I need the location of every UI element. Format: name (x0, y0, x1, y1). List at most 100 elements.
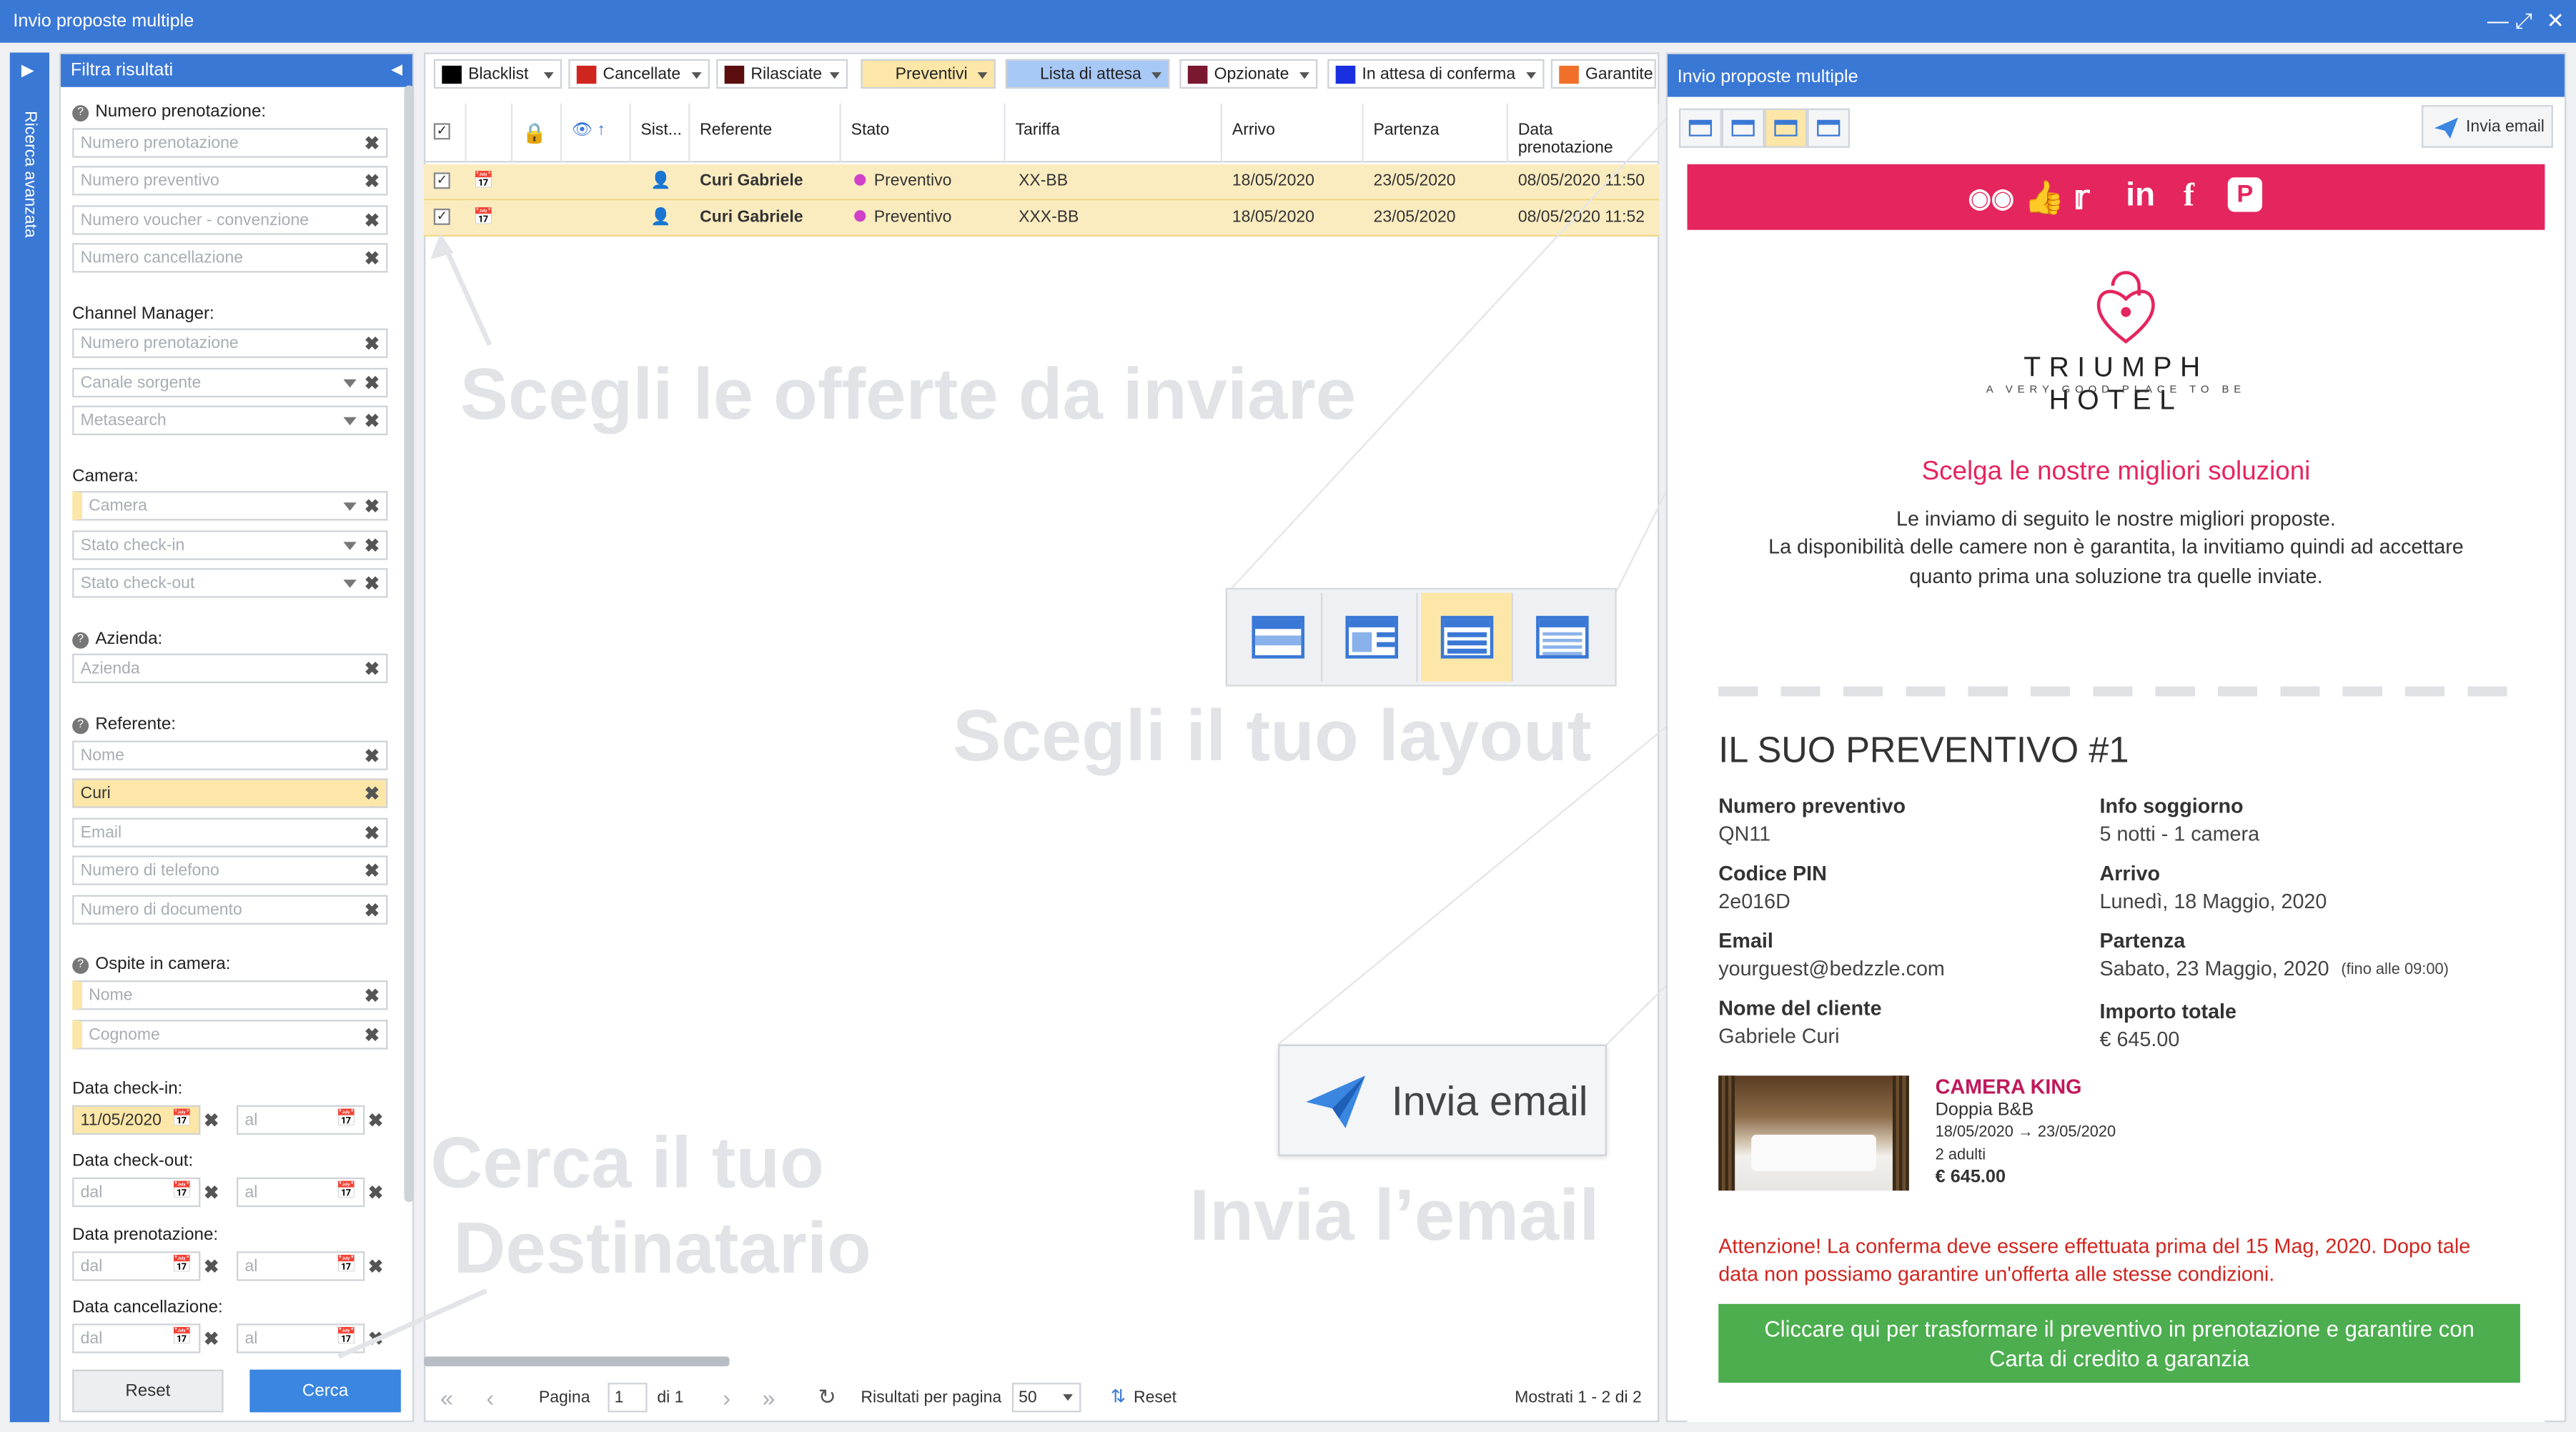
status-filter-0-button[interactable]: Blacklist (433, 59, 563, 89)
select-all-checkbox[interactable]: ✓ (424, 103, 467, 163)
clear-icon[interactable]: ✖ (365, 1025, 380, 1046)
pinterest-icon[interactable]: P (2227, 177, 2263, 212)
clear-icon[interactable]: ✖ (365, 133, 380, 154)
clear-icon[interactable]: ✖ (365, 573, 380, 595)
column-header[interactable]: Tariffa (1005, 103, 1223, 163)
referente-documento-input[interactable]: Numero di documento ✖ (72, 895, 388, 925)
linkedin-icon[interactable]: in (2126, 177, 2155, 215)
checkout-al-input[interactable]: al 📅 (236, 1177, 365, 1208)
clear-icon[interactable]: ✖ (365, 535, 380, 557)
help-icon[interactable]: ? (72, 957, 89, 974)
num-preventivo-input[interactable]: Numero preventivo ✖ (72, 166, 388, 196)
row-checkbox[interactable]: ✓ (433, 208, 450, 225)
canale-sorgente-select[interactable]: Canale sorgente ✖ (72, 367, 388, 398)
clear-icon[interactable]: ✖ (365, 373, 380, 394)
num-prenotazione-input[interactable]: Numero prenotazione ✖ (72, 128, 388, 158)
clear-icon[interactable]: ✖ (368, 1256, 383, 1278)
close-icon[interactable]: ✕ (2547, 8, 2565, 34)
checkin-al-input[interactable]: al 📅 (236, 1105, 365, 1135)
collapse-icon[interactable]: ◀ (391, 61, 402, 79)
chevron-down-icon[interactable] (1299, 72, 1309, 79)
column-header[interactable]: Referente (690, 103, 841, 163)
twitter-icon[interactable]: 𝕣 (2074, 177, 2089, 218)
layout-4-option[interactable] (1517, 593, 1609, 682)
ospite-cognome-input[interactable]: Cognome ✖ (72, 1020, 388, 1050)
search-button[interactable]: Cerca (249, 1369, 401, 1413)
referente-telefono-input[interactable]: Numero di telefono ✖ (72, 855, 388, 885)
num-cancellazione-input[interactable]: Numero cancellazione ✖ (72, 243, 388, 273)
help-icon[interactable]: ? (72, 105, 89, 122)
calendar-icon[interactable]: 📅 (336, 1328, 357, 1346)
clear-icon[interactable]: ✖ (365, 334, 380, 355)
calendar-icon[interactable]: 📅 (172, 1183, 192, 1200)
clear-icon[interactable]: ✖ (368, 1328, 383, 1351)
status-filter-2-button[interactable]: Rilasciate (716, 59, 848, 89)
chevron-down-icon[interactable] (1151, 72, 1162, 79)
preview-layout-3-button[interactable] (1764, 108, 1808, 148)
reset-button[interactable]: Reset (72, 1369, 224, 1413)
preview-layout-2-button[interactable] (1721, 108, 1765, 148)
layout-1-option[interactable] (1231, 592, 1323, 682)
status-filter-6-button[interactable]: In attesa di conferma (1327, 59, 1545, 89)
clear-icon[interactable]: ✖ (365, 822, 380, 845)
calendar-icon[interactable]: 📅 (336, 1183, 357, 1200)
table-row[interactable]: ✓ 📅 👤 Curi Gabriele Preventivo XXX-BB 18/05/20… (424, 200, 1660, 237)
calendar-icon[interactable]: 📅 (172, 1110, 192, 1128)
sort-reset-button[interactable]: Reset (1134, 1389, 1176, 1407)
ospite-nome-input[interactable]: Nome ✖ (72, 980, 388, 1010)
thumbs-up-icon[interactable]: 👍 (2024, 177, 2065, 218)
next-page-icon[interactable]: › (723, 1384, 730, 1411)
page-input[interactable]: 1 (608, 1383, 648, 1413)
camera-select[interactable]: Camera ✖ (72, 491, 388, 521)
chevron-down-icon[interactable] (543, 72, 554, 79)
facebook-icon[interactable]: f (2184, 177, 2194, 215)
clear-icon[interactable]: ✖ (204, 1256, 219, 1278)
prenotazione-dal-input[interactable]: dal 📅 (72, 1251, 201, 1281)
send-email-zoom-button[interactable]: Invia email (1278, 1044, 1607, 1156)
preview-layout-1-button[interactable] (1679, 108, 1722, 148)
clear-icon[interactable]: ✖ (204, 1183, 219, 1204)
metasearch-select[interactable]: Metasearch ✖ (72, 405, 388, 436)
clear-icon[interactable]: ✖ (368, 1183, 383, 1204)
cancellazione-al-input[interactable]: al 📅 (236, 1323, 365, 1353)
filter-scrollbar[interactable] (404, 85, 415, 1203)
table-row[interactable]: ✓ 📅 👤 Curi Gabriele Preventivo XX-BB 18/05/202… (424, 164, 1660, 201)
chevron-down-icon[interactable] (977, 72, 988, 79)
send-email-button[interactable]: Invia email (2421, 105, 2553, 148)
column-header[interactable]: Data prenotazione (1508, 103, 1660, 163)
prenotazione-al-input[interactable]: al 📅 (236, 1251, 365, 1281)
clear-icon[interactable]: ✖ (365, 900, 380, 922)
cm-num-prenotazione-input[interactable]: Numero prenotazione ✖ (72, 328, 388, 359)
chevron-down-icon[interactable] (829, 72, 840, 79)
per-page-select[interactable]: 50 (1011, 1383, 1081, 1413)
column-header[interactable]: Arrivo (1222, 103, 1364, 163)
expand-arrow-icon[interactable]: ▶ (21, 62, 34, 80)
calendar-icon[interactable]: 📅 (172, 1328, 192, 1346)
stato-checkin-select[interactable]: Stato check-in ✖ (72, 530, 388, 560)
status-filter-3-button[interactable]: Preventivi (861, 59, 996, 89)
clear-icon[interactable]: ✖ (368, 1110, 383, 1132)
column-header[interactable]: Partenza (1363, 103, 1509, 163)
help-icon[interactable]: ? (72, 632, 89, 649)
stato-checkout-select[interactable]: Stato check-out ✖ (72, 568, 388, 598)
clear-icon[interactable]: ✖ (365, 411, 380, 432)
referente-cognome-input[interactable]: Curi ✖ (72, 778, 388, 808)
num-voucher-input[interactable]: Numero voucher - convenzione ✖ (72, 205, 388, 235)
sort-reset-icon[interactable]: ⇅ (1111, 1386, 1126, 1408)
minimize-icon[interactable]: ― (2487, 8, 2509, 32)
clear-icon[interactable]: ✖ (365, 659, 380, 680)
chevron-down-icon[interactable] (1526, 72, 1537, 79)
clear-icon[interactable]: ✖ (204, 1110, 219, 1132)
preview-layout-4-button[interactable] (1807, 108, 1851, 148)
checkin-dal-input[interactable]: 11/05/2020 📅 (72, 1105, 201, 1135)
layout-2-option[interactable] (1326, 592, 1418, 682)
horizontal-scrollbar[interactable] (424, 1356, 730, 1367)
clear-icon[interactable]: ✖ (365, 745, 380, 767)
clear-icon[interactable]: ✖ (365, 985, 380, 1007)
referente-nome-input[interactable]: Nome ✖ (72, 740, 388, 770)
prev-page-icon[interactable]: ‹ (486, 1384, 494, 1411)
azienda-input[interactable]: Azienda ✖ (72, 653, 388, 684)
clear-icon[interactable]: ✖ (204, 1328, 219, 1351)
cancellazione-dal-input[interactable]: dal 📅 (72, 1323, 201, 1353)
status-filter-4-button[interactable]: Lista di attesa (1005, 59, 1170, 89)
